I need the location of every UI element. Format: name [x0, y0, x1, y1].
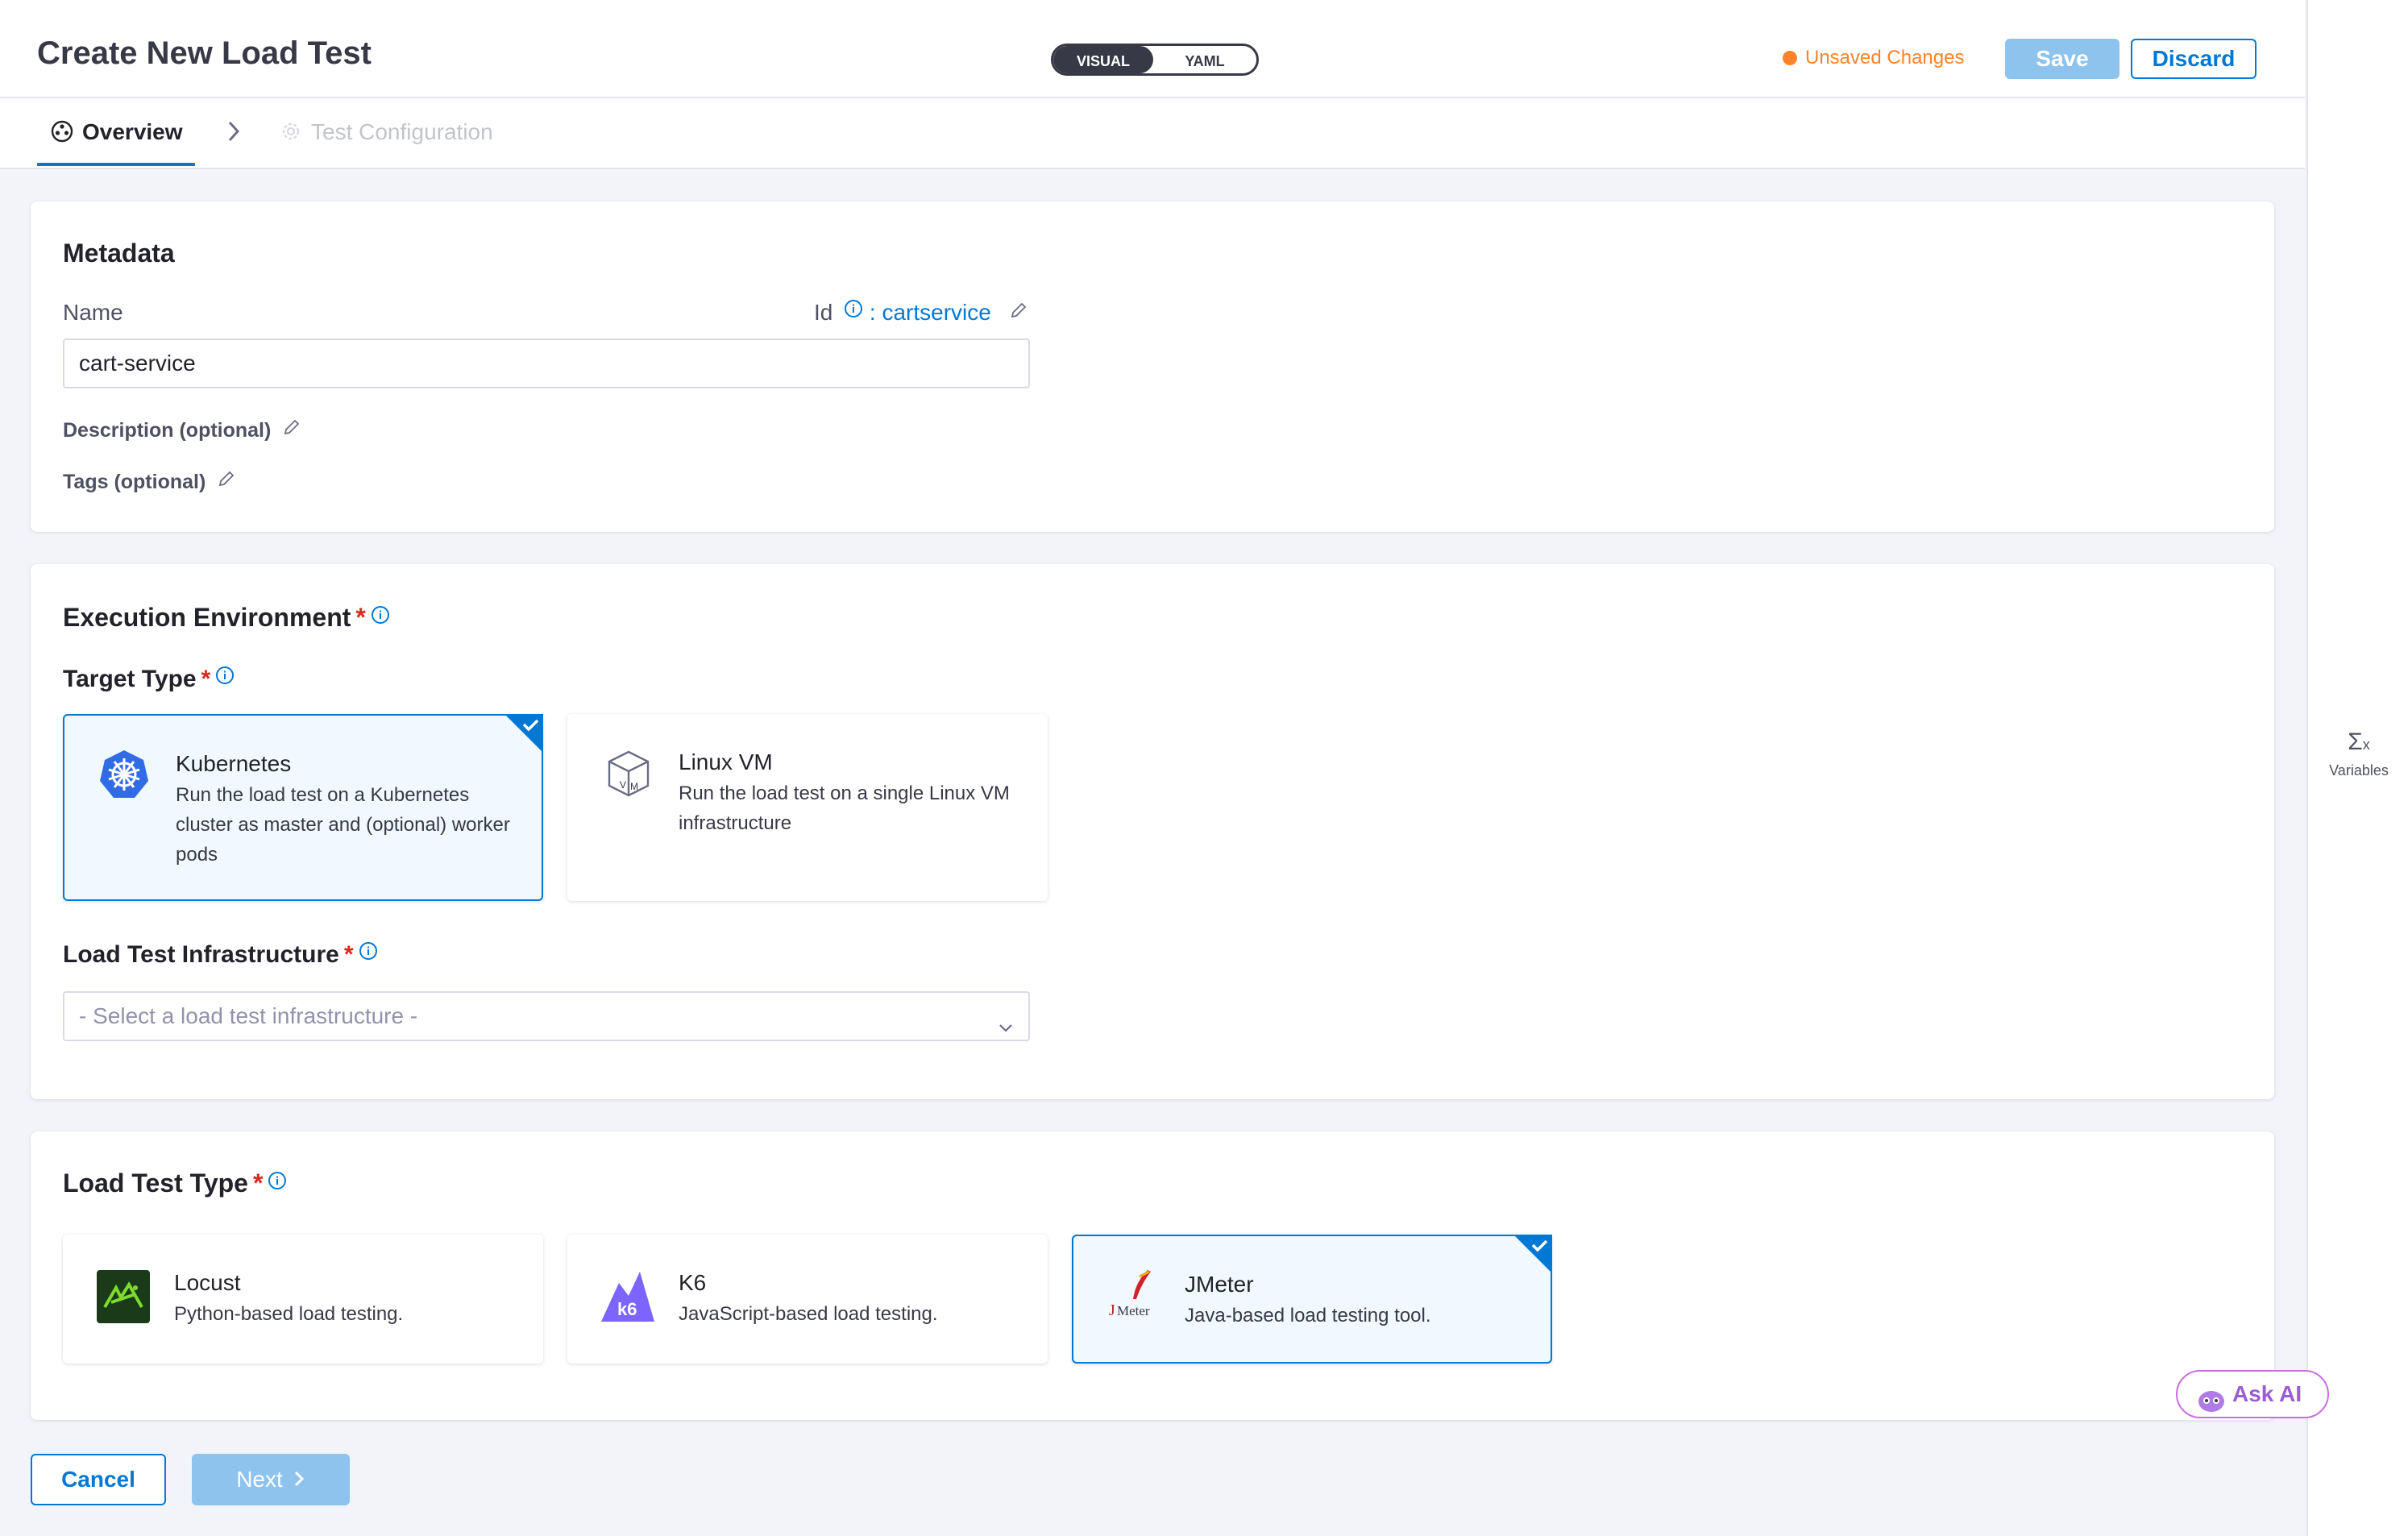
required-mark: * — [343, 941, 354, 968]
required-mark: * — [201, 666, 211, 692]
selected-check-icon — [1513, 1235, 1552, 1277]
k6-description: JavaScript-based load testing. — [679, 1303, 938, 1325]
required-mark: * — [252, 1169, 264, 1198]
id-value: : cartservice — [869, 300, 991, 325]
locust-title: Locust — [174, 1270, 241, 1295]
info-icon[interactable] — [268, 1167, 287, 1197]
visual-yaml-toggle[interactable]: VISUAL YAML — [1051, 44, 1259, 76]
page-title: Create New Load Test — [37, 35, 372, 71]
gear-icon — [279, 119, 303, 147]
next-button[interactable]: Next — [192, 1454, 350, 1505]
edit-tags-icon[interactable] — [217, 469, 236, 494]
metadata-title: Metadata — [63, 239, 175, 268]
k6-title: K6 — [679, 1270, 707, 1295]
toggle-yaml[interactable]: YAML — [1153, 46, 1256, 73]
kubernetes-icon — [98, 748, 150, 803]
info-icon[interactable] — [371, 601, 390, 631]
execution-environment-title: Execution Environment * — [63, 601, 390, 633]
toggle-visual[interactable]: VISUAL — [1053, 46, 1153, 73]
target-option-kubernetes[interactable]: Kubernetes Run the load test on a Kubern… — [63, 714, 543, 901]
linux-vm-description: Run the load test on a single Linux VM i… — [679, 783, 1010, 834]
sigma-x-icon: Σx — [2348, 729, 2370, 755]
required-mark: * — [355, 603, 366, 632]
load-test-type-title-text: Load Test Type — [63, 1169, 248, 1198]
svg-text:Meter: Meter — [1117, 1303, 1150, 1318]
tab-overview-label: Overview — [82, 119, 183, 144]
unsaved-label: Unsaved Changes — [1805, 47, 1965, 68]
locust-icon — [97, 1270, 150, 1327]
k6-icon: k6 — [600, 1268, 656, 1327]
description-label: Description (optional) — [63, 419, 272, 442]
save-button[interactable]: Save — [2005, 39, 2119, 79]
ask-ai-button[interactable]: Ask AI — [2176, 1370, 2329, 1418]
selected-check-icon — [504, 714, 543, 757]
kubernetes-description: Run the load test on a Kubernetes cluste… — [176, 784, 510, 866]
type-option-locust[interactable]: Locust Python-based load testing. — [63, 1235, 543, 1364]
ai-bot-icon — [2197, 1383, 2226, 1428]
load-test-type-card: Load Test Type * Locust Python-based load… — [31, 1131, 2274, 1420]
infrastructure-label: Load Test Infrastructure * — [63, 940, 378, 969]
locust-description: Python-based load testing. — [174, 1303, 404, 1325]
cancel-button[interactable]: Cancel — [31, 1454, 166, 1505]
linux-vm-title: Linux VM — [679, 749, 773, 774]
infrastructure-label-text: Load Test Infrastructure — [63, 941, 339, 968]
chevron-right-icon — [294, 1471, 304, 1487]
page-header: Create New Load Test VISUAL YAML Unsaved… — [0, 0, 2305, 98]
target-type-label-text: Target Type — [63, 666, 197, 692]
info-icon[interactable] — [844, 298, 863, 324]
ask-ai-label: Ask AI — [2232, 1381, 2302, 1406]
infrastructure-select[interactable]: - Select a load test infrastructure - — [63, 991, 1030, 1041]
execution-environment-title-text: Execution Environment — [63, 603, 351, 632]
info-icon[interactable] — [359, 940, 378, 967]
kubernetes-title: Kubernetes — [176, 751, 292, 776]
tags-label: Tags (optional) — [63, 471, 206, 493]
id-label: Id — [814, 300, 833, 325]
execution-environment-card: Execution Environment * Target Type * Kube… — [31, 564, 2274, 1099]
tab-test-configuration-label: Test Configuration — [311, 119, 493, 144]
tab-overview[interactable]: Overview — [37, 98, 195, 166]
step-tabs: Overview Test Configuration — [0, 98, 2305, 169]
overview-icon — [50, 119, 74, 147]
jmeter-icon: J Meter — [1107, 1268, 1160, 1326]
description-optional[interactable]: Description (optional) — [63, 417, 301, 442]
jmeter-description: Java-based load testing tool. — [1185, 1305, 1431, 1326]
svg-text:k6: k6 — [617, 1299, 637, 1319]
next-label: Next — [236, 1467, 283, 1492]
metadata-card: Metadata Name Id : cartservice cart-serv… — [31, 201, 2274, 532]
edit-id-icon[interactable] — [1009, 300, 1028, 326]
svg-text:J: J — [1109, 1301, 1115, 1319]
unsaved-dot-icon — [1783, 51, 1797, 65]
infrastructure-placeholder: - Select a load test infrastructure - — [79, 1003, 418, 1028]
tags-optional[interactable]: Tags (optional) — [63, 469, 236, 494]
chevron-right-icon — [226, 119, 242, 147]
unsaved-changes-indicator: Unsaved Changes — [1783, 47, 1964, 69]
jmeter-title: JMeter — [1185, 1272, 1254, 1297]
info-icon[interactable] — [215, 664, 235, 691]
variables-label: Variables — [2329, 762, 2389, 778]
load-test-type-title: Load Test Type * — [63, 1167, 287, 1198]
svg-text:M: M — [630, 781, 638, 792]
type-option-jmeter[interactable]: J Meter JMeter Java-based load testing to… — [1072, 1235, 1552, 1364]
target-type-label: Target Type * — [63, 664, 235, 693]
name-label: Name — [63, 300, 123, 325]
svg-text:V: V — [620, 779, 626, 791]
name-input[interactable]: cart-service — [63, 338, 1030, 388]
edit-description-icon[interactable] — [282, 417, 301, 442]
right-rail: Σx Variables — [2306, 0, 2408, 1536]
chevron-down-icon — [996, 1007, 1015, 1054]
target-option-linux-vm[interactable]: VM Linux VM Run the load test on a singl… — [567, 714, 1048, 901]
discard-button[interactable]: Discard — [2131, 39, 2256, 79]
id-row: Id : cartservice — [814, 298, 1028, 326]
linux-vm-icon: VM — [606, 749, 651, 802]
type-option-k6[interactable]: k6 K6 JavaScript-based load testing. — [567, 1235, 1048, 1364]
variables-button[interactable]: Σx Variables — [2308, 729, 2408, 779]
